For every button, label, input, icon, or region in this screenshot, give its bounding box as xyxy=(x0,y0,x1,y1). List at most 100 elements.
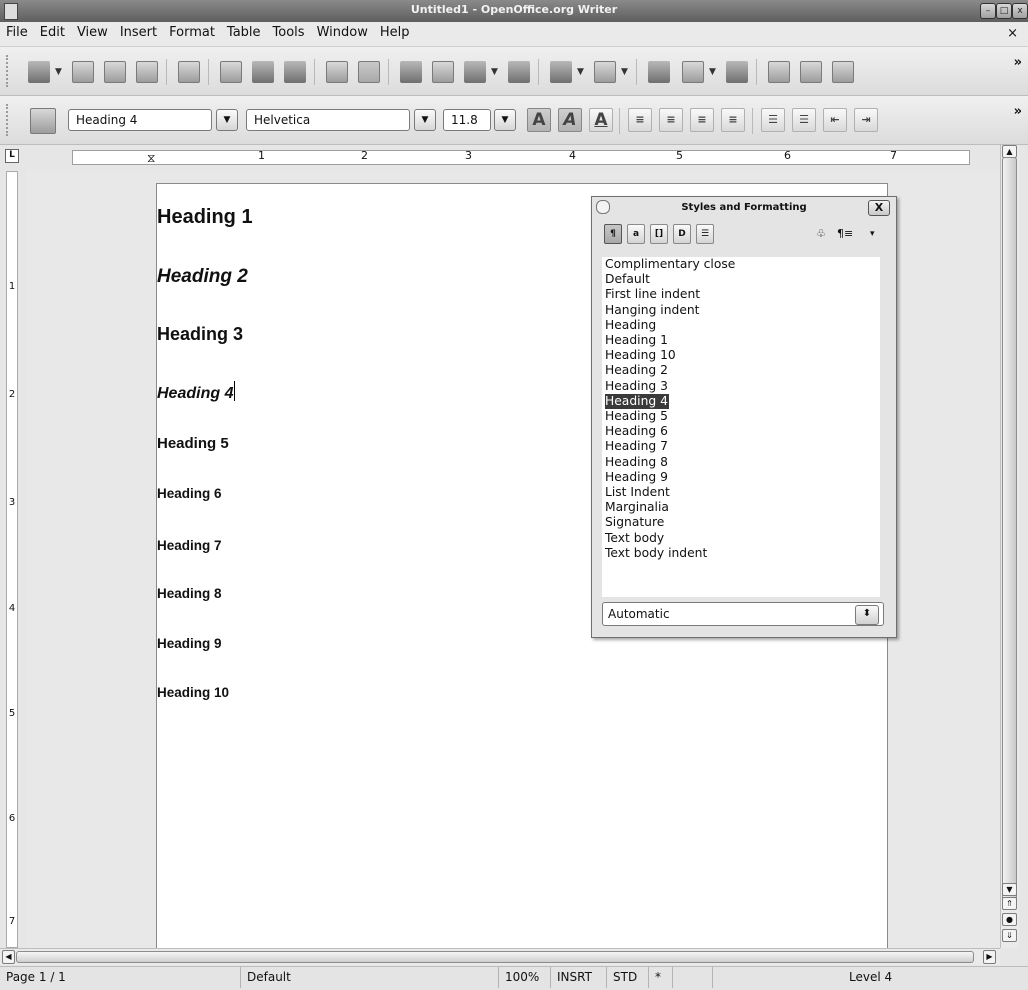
horizontal-scrollbar[interactable]: ◀ ▶ xyxy=(0,948,1000,965)
bullets-icon[interactable]: ☰ xyxy=(792,108,816,132)
navigator-icon[interactable] xyxy=(800,61,822,83)
style-item[interactable]: Heading 5 xyxy=(605,409,668,424)
undo-dropdown-icon[interactable]: ▼ xyxy=(577,67,584,77)
style-item[interactable]: List Indent xyxy=(605,485,670,500)
export-pdf-icon[interactable] xyxy=(220,61,242,83)
clone-formatting-icon[interactable] xyxy=(508,61,530,83)
styles-formatting-icon[interactable] xyxy=(30,108,56,134)
close-document-icon[interactable]: × xyxy=(1007,26,1018,41)
status-signature[interactable] xyxy=(672,967,712,988)
align-right-icon[interactable]: ≡ xyxy=(690,108,714,132)
style-item[interactable]: Default xyxy=(605,272,650,287)
show-draw-functions-icon[interactable] xyxy=(726,61,748,83)
align-left-icon[interactable]: ≡ xyxy=(628,108,652,132)
heading-4-line[interactable]: Heading 4 xyxy=(157,381,236,403)
justify-icon[interactable]: ≡ xyxy=(721,108,745,132)
underline-icon[interactable]: A xyxy=(589,108,613,132)
spellcheck-icon[interactable] xyxy=(326,61,348,83)
heading-3-text[interactable]: Heading 3 xyxy=(157,324,243,345)
list-styles-icon[interactable]: ☰ xyxy=(696,224,714,244)
style-item[interactable]: Heading 3 xyxy=(605,379,668,394)
scroll-left-icon[interactable]: ◀ xyxy=(2,950,15,964)
style-item[interactable]: Heading 6 xyxy=(605,424,668,439)
italic-icon[interactable]: A xyxy=(558,108,582,132)
toolbar-grip[interactable] xyxy=(6,55,12,87)
heading-10-text[interactable]: Heading 10 xyxy=(157,685,229,700)
align-center-icon[interactable]: ≡ xyxy=(659,108,683,132)
navigation-icon[interactable]: ● xyxy=(1002,913,1017,926)
menu-tools[interactable]: Tools xyxy=(267,22,311,40)
paste-dropdown-icon[interactable]: ▼ xyxy=(491,67,498,77)
toolbar-overflow-icon[interactable]: » xyxy=(1014,104,1022,119)
ruler-scale[interactable] xyxy=(72,150,970,165)
style-item[interactable]: Heading 9 xyxy=(605,470,668,485)
numbering-icon[interactable]: ☰ xyxy=(761,108,785,132)
styles-list[interactable]: Complimentary close Default First line i… xyxy=(602,257,880,597)
open-icon[interactable] xyxy=(72,61,94,83)
horizontal-ruler[interactable]: L ⧖ 1 2 3 4 5 6 7 xyxy=(0,145,1000,169)
paragraph-style-dropdown-icon[interactable]: ▼ xyxy=(216,109,238,131)
vertical-ruler[interactable]: 1 2 3 4 5 6 7 xyxy=(0,171,26,948)
redo-icon[interactable] xyxy=(594,61,616,83)
heading-5-text[interactable]: Heading 5 xyxy=(157,435,229,452)
menu-insert[interactable]: Insert xyxy=(114,22,163,40)
toolbar-overflow-icon[interactable]: » xyxy=(1014,55,1022,70)
vertical-scrollbar[interactable]: ▲ ▼ ⇑ ● ⇓ xyxy=(1000,145,1019,948)
horizontal-scroll-thumb[interactable] xyxy=(16,951,974,963)
status-page[interactable]: Page 1 / 1 xyxy=(0,967,240,988)
menu-format[interactable]: Format xyxy=(163,22,221,40)
update-style-dropdown-icon[interactable]: ▾ xyxy=(870,229,875,239)
previous-object-icon[interactable]: ⇑ xyxy=(1002,897,1017,910)
status-zoom[interactable]: 100% xyxy=(498,967,550,988)
hyperlink-icon[interactable] xyxy=(648,61,670,83)
style-item[interactable]: Heading 10 xyxy=(605,348,676,363)
style-item[interactable]: Heading 2 xyxy=(605,363,668,378)
style-item[interactable]: Text body indent xyxy=(605,546,707,561)
heading-7-text[interactable]: Heading 7 xyxy=(157,538,222,553)
style-item[interactable]: First line indent xyxy=(605,287,700,302)
indent-marker-icon[interactable]: ⧖ xyxy=(147,151,155,166)
style-filter-select[interactable]: Automatic ⬍ xyxy=(602,602,884,626)
paste-icon[interactable] xyxy=(464,61,486,83)
redo-dropdown-icon[interactable]: ▼ xyxy=(621,67,628,77)
style-item[interactable]: Hanging indent xyxy=(605,303,700,318)
filter-spinner-icon[interactable]: ⬍ xyxy=(855,605,879,625)
vertical-scroll-thumb[interactable] xyxy=(1002,157,1017,907)
fill-format-mode-icon[interactable]: ♧ xyxy=(816,227,826,240)
heading-6-text[interactable]: Heading 6 xyxy=(157,486,222,501)
menu-table[interactable]: Table xyxy=(221,22,267,40)
style-item[interactable]: Complimentary close xyxy=(605,257,735,272)
style-item[interactable]: Heading 8 xyxy=(605,455,668,470)
bold-icon[interactable]: A xyxy=(527,108,551,132)
status-insert-mode[interactable]: INSRT xyxy=(550,967,606,988)
undo-icon[interactable] xyxy=(550,61,572,83)
font-name-dropdown-icon[interactable]: ▼ xyxy=(414,109,436,131)
decrease-indent-icon[interactable]: ⇤ xyxy=(823,108,847,132)
style-item[interactable]: Heading xyxy=(605,318,656,333)
menu-view[interactable]: View xyxy=(71,22,114,40)
page-styles-icon[interactable]: D xyxy=(673,224,691,244)
menu-help[interactable]: Help xyxy=(374,22,416,40)
menu-window[interactable]: Window xyxy=(311,22,374,40)
menu-edit[interactable]: Edit xyxy=(34,22,71,40)
new-document-icon[interactable] xyxy=(28,61,50,83)
paragraph-styles-icon[interactable]: ¶ xyxy=(604,224,622,244)
scroll-down-icon[interactable]: ▼ xyxy=(1002,883,1017,896)
heading-1-text[interactable]: Heading 1 xyxy=(157,206,253,229)
style-item-selected[interactable]: Heading 4 xyxy=(605,393,669,409)
font-size-combo[interactable]: 11.8 xyxy=(443,109,491,131)
increase-indent-icon[interactable]: ⇥ xyxy=(854,108,878,132)
table-dropdown-icon[interactable]: ▼ xyxy=(709,67,716,77)
close-icon[interactable]: x xyxy=(1012,3,1028,19)
character-styles-icon[interactable]: a xyxy=(627,224,645,244)
status-page-style[interactable]: Default xyxy=(240,967,498,988)
new-style-from-selection-icon[interactable]: ¶≡ xyxy=(837,227,853,240)
heading-2-text[interactable]: Heading 2 xyxy=(157,266,248,288)
page-preview-icon[interactable] xyxy=(284,61,306,83)
heading-4-text[interactable]: Heading 4 xyxy=(157,385,233,402)
paragraph-style-combo[interactable]: Heading 4 xyxy=(68,109,212,131)
cut-icon[interactable] xyxy=(400,61,422,83)
minimize-icon[interactable]: – xyxy=(980,3,996,19)
panel-close-button[interactable]: X xyxy=(868,200,890,216)
status-selection-mode[interactable]: STD xyxy=(606,967,648,988)
